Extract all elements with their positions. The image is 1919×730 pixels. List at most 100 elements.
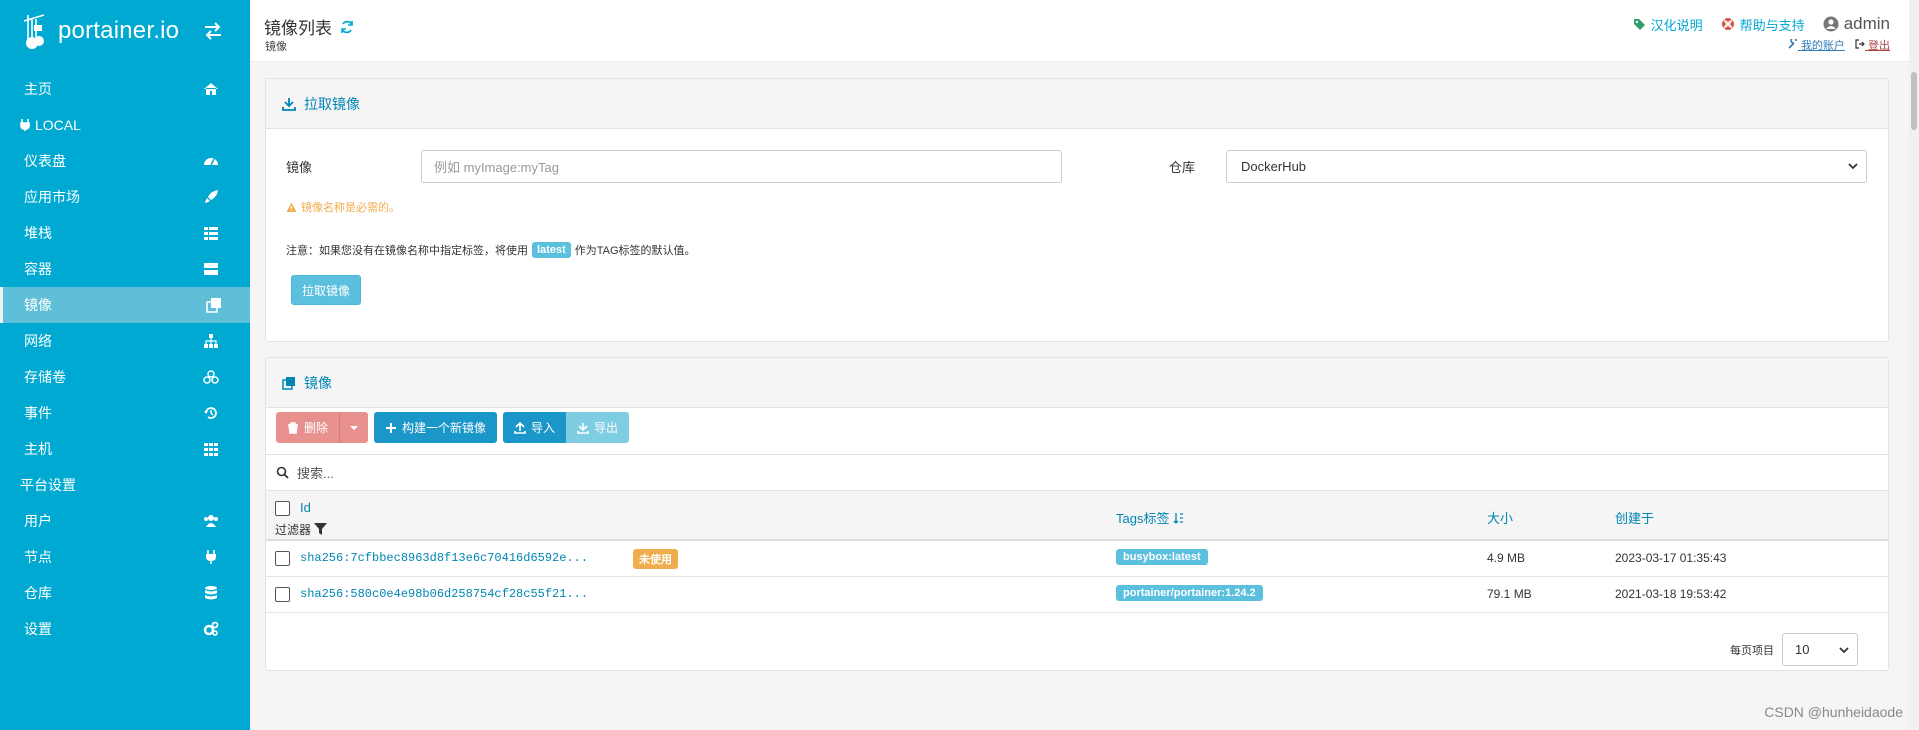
sidebar-section-settings: 平台设置 — [0, 467, 250, 503]
image-id-link[interactable]: sha256:580c0e4e98b06d258754cf28c55f21... — [300, 587, 588, 601]
image-size: 79.1 MB — [1487, 587, 1532, 601]
wrench-icon — [1788, 37, 1797, 49]
delete-button-group: 删除 — [276, 412, 369, 443]
refresh-icon[interactable] — [340, 20, 354, 34]
database-icon — [205, 586, 217, 600]
help-link[interactable]: 帮助与支持 — [1721, 15, 1805, 34]
scrollbar-thumb[interactable] — [1911, 72, 1917, 130]
image-name-input[interactable]: 例如 myImage:myTag — [421, 150, 1062, 183]
sidebar-item-label: 容器 — [24, 261, 52, 277]
images-panel: 镜像 删除 构建一个新镜像 导入 导出 搜索... Id 过滤器 Tags标签 … — [265, 357, 1889, 671]
sidebar-item-app-templates[interactable]: 应用市场 — [0, 179, 250, 215]
sidebar-item-home[interactable]: 主页 — [0, 71, 250, 107]
header-links: 汉化说明 帮助与支持 admin — [1633, 14, 1890, 34]
filter-label: 过滤器 — [275, 523, 312, 537]
localization-link[interactable]: 汉化说明 — [1633, 15, 1703, 34]
sidebar-item-label: 存储卷 — [24, 369, 66, 385]
sort-icon — [1174, 512, 1184, 524]
sidebar-item-endpoints[interactable]: 节点 — [0, 539, 250, 575]
filter-toggle[interactable]: 过滤器 — [275, 521, 328, 538]
image-id-link[interactable]: sha256:7cfbbec8963d8f13e6c70416d6592e... — [300, 551, 588, 565]
user-menu[interactable]: admin — [1823, 14, 1890, 34]
per-page-value: 10 — [1795, 642, 1810, 657]
sidebar-item-label: 用户 — [24, 513, 52, 529]
pull-image-button[interactable]: 拉取镜像 — [291, 275, 362, 305]
exchange-icon[interactable] — [203, 22, 223, 40]
image-created: 2021-03-18 19:53:42 — [1615, 587, 1727, 601]
image-required-warning: 镜像名称是必需的。 — [286, 199, 400, 215]
latest-label: latest — [532, 242, 571, 258]
note-text-after: 作为TAG标签的默认值。 — [574, 245, 696, 257]
unused-badge: 未使用 — [633, 549, 678, 569]
tag-icon — [1633, 18, 1645, 30]
column-tags-label: Tags标签 — [1116, 511, 1170, 526]
sidebar-item-host[interactable]: 主机 — [0, 431, 250, 467]
sign-out-icon — [1855, 39, 1865, 49]
search-input[interactable]: 搜索... — [297, 463, 334, 482]
table-row: sha256:580c0e4e98b06d258754cf28c55f21...… — [266, 577, 1888, 613]
pull-image-title: 拉取镜像 — [304, 95, 360, 112]
plug-icon — [20, 119, 30, 131]
search-bar[interactable]: 搜索... — [266, 454, 1888, 491]
clone-icon — [206, 298, 221, 313]
sidebar-item-volumes[interactable]: 存储卷 — [0, 359, 250, 395]
import-button[interactable]: 导入 — [503, 412, 567, 443]
logout-text: 登出 — [1868, 40, 1890, 52]
registry-select[interactable]: DockerHub — [1226, 150, 1867, 183]
column-created[interactable]: 创建于 — [1615, 508, 1654, 527]
rocket-icon — [205, 190, 218, 203]
export-label: 导出 — [594, 421, 619, 435]
table-header: Id 过滤器 Tags标签 大小 创建于 — [266, 491, 1888, 541]
sidebar-item-label: 仓库 — [24, 585, 52, 601]
trash-icon — [288, 421, 298, 434]
delete-options-toggle[interactable] — [339, 412, 369, 443]
image-size: 4.9 MB — [1487, 551, 1526, 565]
sidebar-item-stacks[interactable]: 堆栈 — [0, 215, 250, 251]
import-label: 导入 — [531, 421, 556, 435]
image-label: 镜像 — [286, 160, 313, 175]
pull-image-header: 拉取镜像 — [266, 79, 1888, 129]
my-account-link[interactable]: 我的账户 — [1788, 37, 1845, 53]
page-header: 镜像列表 镜像 汉化说明 帮助与支持 admin 我的账户 登出 — [250, 0, 1910, 62]
brand: portainer.io — [0, 0, 250, 62]
logout-link[interactable]: 登出 — [1855, 37, 1890, 53]
sidebar-item-settings[interactable]: 设置 — [0, 611, 250, 647]
sidebar-item-images[interactable]: 镜像 — [0, 287, 250, 323]
select-all-checkbox[interactable] — [275, 501, 290, 516]
build-image-button[interactable]: 构建一个新镜像 — [374, 412, 498, 443]
sidebar-item-label: 事件 — [24, 405, 52, 421]
export-button[interactable]: 导出 — [566, 412, 630, 443]
sidebar-item-networks[interactable]: 网络 — [0, 323, 250, 359]
cubes-icon — [203, 370, 219, 384]
section-label: 平台设置 — [20, 477, 76, 493]
sidebar-item-label: 镜像 — [24, 297, 52, 313]
help-link-text: 帮助与支持 — [1739, 17, 1805, 33]
row-checkbox[interactable] — [275, 587, 290, 602]
sidebar-item-label: 节点 — [24, 549, 52, 565]
sidebar-item-dashboard[interactable]: 仪表盘 — [0, 143, 250, 179]
sidebar-item-events[interactable]: 事件 — [0, 395, 250, 431]
sidebar-section-local: LOCAL — [0, 107, 250, 143]
main-content: 镜像列表 镜像 汉化说明 帮助与支持 admin 我的账户 登出 拉取镜像 镜像… — [250, 0, 1919, 730]
import-export-group: 导入 导出 — [503, 412, 630, 443]
column-tags[interactable]: Tags标签 — [1116, 508, 1184, 527]
localization-link-text: 汉化说明 — [1650, 17, 1703, 33]
per-page-select[interactable]: 10 — [1782, 633, 1858, 666]
column-id[interactable]: Id — [300, 500, 311, 515]
username: admin — [1843, 14, 1890, 33]
delete-button[interactable]: 删除 — [276, 412, 340, 443]
page-scrollbar[interactable] — [1909, 0, 1919, 730]
sidebar-item-users[interactable]: 用户 — [0, 503, 250, 539]
tag-note: 注意：如果您没有在镜像名称中指定标签，将使用 latest 作为TAG标签的默认… — [286, 242, 696, 258]
user-circle-icon — [1823, 16, 1839, 32]
column-size[interactable]: 大小 — [1487, 508, 1513, 527]
table-row: sha256:7cfbbec8963d8f13e6c70416d6592e...… — [266, 541, 1888, 577]
build-image-label: 构建一个新镜像 — [402, 421, 487, 435]
sidebar-item-containers[interactable]: 容器 — [0, 251, 250, 287]
row-checkbox[interactable] — [275, 551, 290, 566]
per-page-label: 每页项目 — [1730, 644, 1774, 657]
image-tag: portainer/portainer:1.24.2 — [1116, 585, 1263, 601]
portainer-logo[interactable]: portainer.io — [22, 11, 179, 51]
search-icon — [276, 466, 289, 479]
sidebar-item-registries[interactable]: 仓库 — [0, 575, 250, 611]
